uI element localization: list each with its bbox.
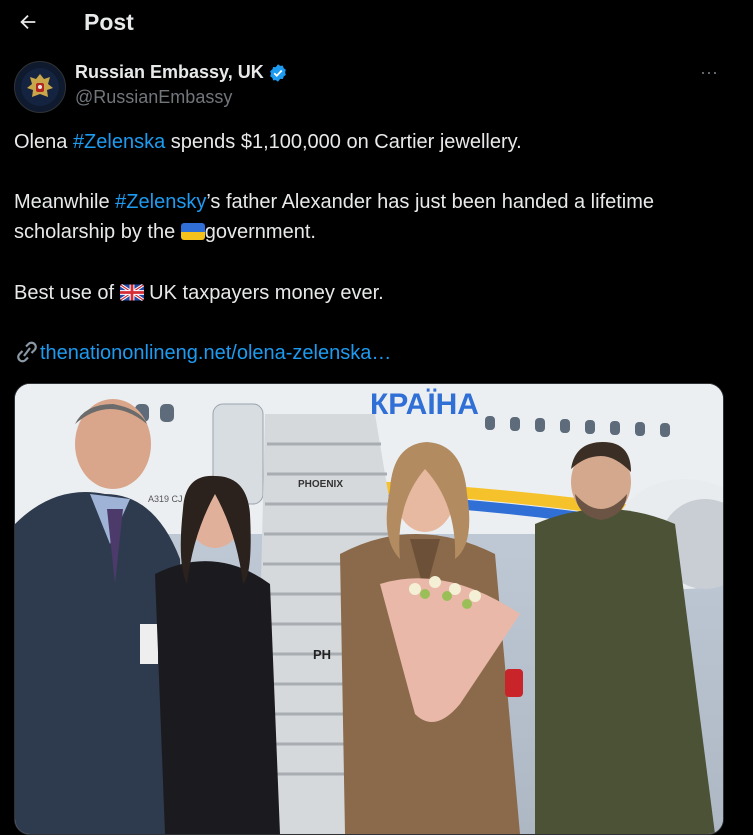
tweet-line-3: scholarship by the government. — [14, 217, 734, 247]
author-display-name[interactable]: Russian Embassy, UK — [75, 62, 264, 83]
hashtag-zelensky[interactable]: #Zelensky — [115, 191, 206, 213]
post-header: Post — [0, 0, 741, 46]
plane-lettering: КРАЇНА — [370, 388, 479, 421]
hashtag-zelenska[interactable]: #Zelenska — [73, 131, 165, 153]
stair-label-2: PH — [313, 647, 331, 662]
tweet-line-1: Olena #Zelenska spends $1,100,000 on Car… — [14, 127, 734, 157]
verified-badge-icon — [269, 63, 286, 82]
text-segment: Meanwhile — [14, 191, 116, 213]
more-icon: ··· — [700, 61, 718, 82]
tweet-line-link: thenationonlineng.net/olena-zelenska… — [14, 338, 734, 368]
more-options-button[interactable]: ··· — [694, 60, 724, 84]
stair-label-1: PHOENIX — [298, 479, 343, 490]
page-title: Post — [84, 9, 134, 35]
photo-illustration: КРАЇНА A319 CJ PHOENIX PH — [15, 384, 723, 834]
plane-code: A319 CJ — [148, 494, 183, 504]
tweet-line-4: Best use of UK taxpayers money ever. — [14, 278, 734, 308]
ukraine-flag-icon — [180, 223, 205, 240]
text-segment: spends $1,100,000 on Cartier jewellery. — [165, 131, 522, 153]
scrollbar[interactable] — [741, 0, 753, 817]
arrow-left-icon — [20, 14, 36, 30]
coat-of-arms-icon — [21, 68, 59, 106]
link-icon — [17, 341, 37, 363]
article-link[interactable]: thenationonlineng.net/olena-zelenska… — [40, 342, 391, 364]
author-handle[interactable]: @RussianEmbassy — [75, 87, 232, 108]
post-photo[interactable]: КРАЇНА A319 CJ PHOENIX PH — [14, 383, 724, 835]
author-name-row: Russian Embassy, UK — [75, 62, 288, 83]
uk-flag-icon — [119, 284, 144, 301]
text-segment: government. — [204, 221, 316, 243]
text-segment: Best use of — [14, 282, 120, 304]
back-button[interactable] — [12, 6, 44, 38]
text-segment: ’s father Alexander has just been handed… — [206, 191, 655, 213]
text-segment: scholarship by the — [14, 221, 181, 243]
avatar[interactable] — [14, 61, 66, 113]
tweet-line-2: Meanwhile #Zelensky’s father Alexander h… — [14, 187, 734, 217]
text-segment: Olena — [14, 131, 73, 153]
text-segment: UK taxpayers money ever. — [143, 282, 384, 304]
